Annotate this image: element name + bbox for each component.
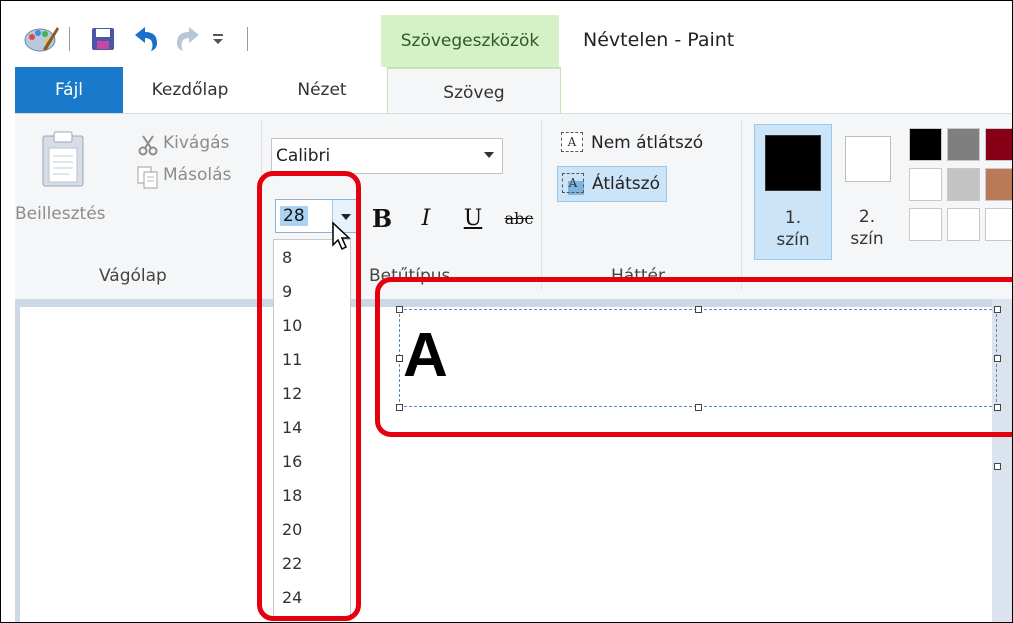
- paint-app-icon[interactable]: [23, 23, 59, 53]
- opaque-icon: A: [561, 132, 585, 154]
- palette-empty-slot[interactable]: [985, 208, 1012, 241]
- ribbon: Beillesztés Kivágás Másolás Vágólap Cali…: [15, 113, 1012, 300]
- palette-empty-slot[interactable]: [947, 208, 980, 241]
- tab-home[interactable]: Kezdőlap: [131, 67, 249, 113]
- underline-button[interactable]: U: [459, 202, 487, 234]
- strikethrough-button[interactable]: abc: [499, 202, 539, 234]
- palette-color-light-gray[interactable]: [947, 168, 980, 201]
- opaque-background-button[interactable]: A Nem átlátszó: [557, 126, 709, 160]
- color-2-swatch[interactable]: [845, 136, 891, 182]
- quick-access-divider-2: [247, 27, 248, 51]
- paint-window: Szövegeszközök Névtelen - Paint Fájl Kez…: [0, 0, 1013, 623]
- title-bar: Szövegeszközök Névtelen - Paint: [1, 1, 1012, 67]
- font-family-select[interactable]: Calibri: [271, 138, 503, 174]
- palette-color-white[interactable]: [909, 168, 942, 201]
- color-2-number: 2.: [858, 207, 876, 227]
- color-1-button[interactable]: 1. szín: [754, 124, 832, 260]
- transparent-icon: A: [562, 173, 586, 195]
- color-1-swatch: [765, 135, 821, 191]
- text-box-highlight: [375, 277, 1012, 437]
- palette-color-gray[interactable]: [947, 128, 980, 161]
- color-1-label: szín: [776, 230, 810, 250]
- undo-icon[interactable]: [131, 25, 161, 53]
- paste-button-label[interactable]: Beillesztés: [15, 204, 106, 224]
- palette-color-black[interactable]: [909, 128, 942, 161]
- transparent-background-button[interactable]: A Átlátszó: [557, 166, 667, 202]
- canvas-resize-handle[interactable]: [994, 463, 1001, 470]
- group-divider: [741, 120, 742, 290]
- palette-color-brown[interactable]: [985, 168, 1012, 201]
- tab-file[interactable]: Fájl: [15, 67, 123, 113]
- chevron-down-icon: [484, 152, 494, 158]
- ribbon-tab-row: Fájl Kezdőlap Nézet Szöveg: [1, 67, 1012, 116]
- save-icon[interactable]: [91, 27, 115, 51]
- context-tab-group-label: Szövegeszközök: [381, 15, 559, 67]
- color-2-label: szín: [850, 229, 884, 249]
- opaque-label: Nem átlátszó: [591, 133, 704, 153]
- tab-view[interactable]: Nézet: [263, 67, 381, 113]
- scissors-icon[interactable]: [137, 134, 159, 156]
- mouse-cursor-icon: [332, 221, 351, 251]
- clipboard-group-label: Vágólap: [99, 266, 167, 286]
- paste-icon[interactable]: [41, 130, 85, 188]
- bold-button[interactable]: B: [367, 202, 397, 234]
- window-title: Névtelen - Paint: [583, 29, 735, 51]
- copy-button[interactable]: Másolás: [163, 165, 231, 185]
- color-2-button[interactable]: 2. szín: [829, 206, 905, 250]
- transparent-label: Átlátszó: [592, 174, 660, 194]
- quick-access-divider: [69, 27, 70, 51]
- color-1-number: 1.: [784, 208, 802, 228]
- redo-icon[interactable]: [173, 25, 203, 53]
- copy-icon[interactable]: [137, 166, 159, 190]
- tab-text[interactable]: Szöveg: [387, 67, 561, 116]
- palette-empty-slot[interactable]: [909, 208, 942, 241]
- cut-button[interactable]: Kivágás: [163, 133, 229, 153]
- font-family-value: Calibri: [276, 146, 331, 166]
- group-divider: [541, 120, 542, 290]
- palette-color-dark-red[interactable]: [985, 128, 1012, 161]
- italic-button[interactable]: I: [415, 202, 437, 234]
- customize-quick-access-icon[interactable]: [211, 31, 225, 47]
